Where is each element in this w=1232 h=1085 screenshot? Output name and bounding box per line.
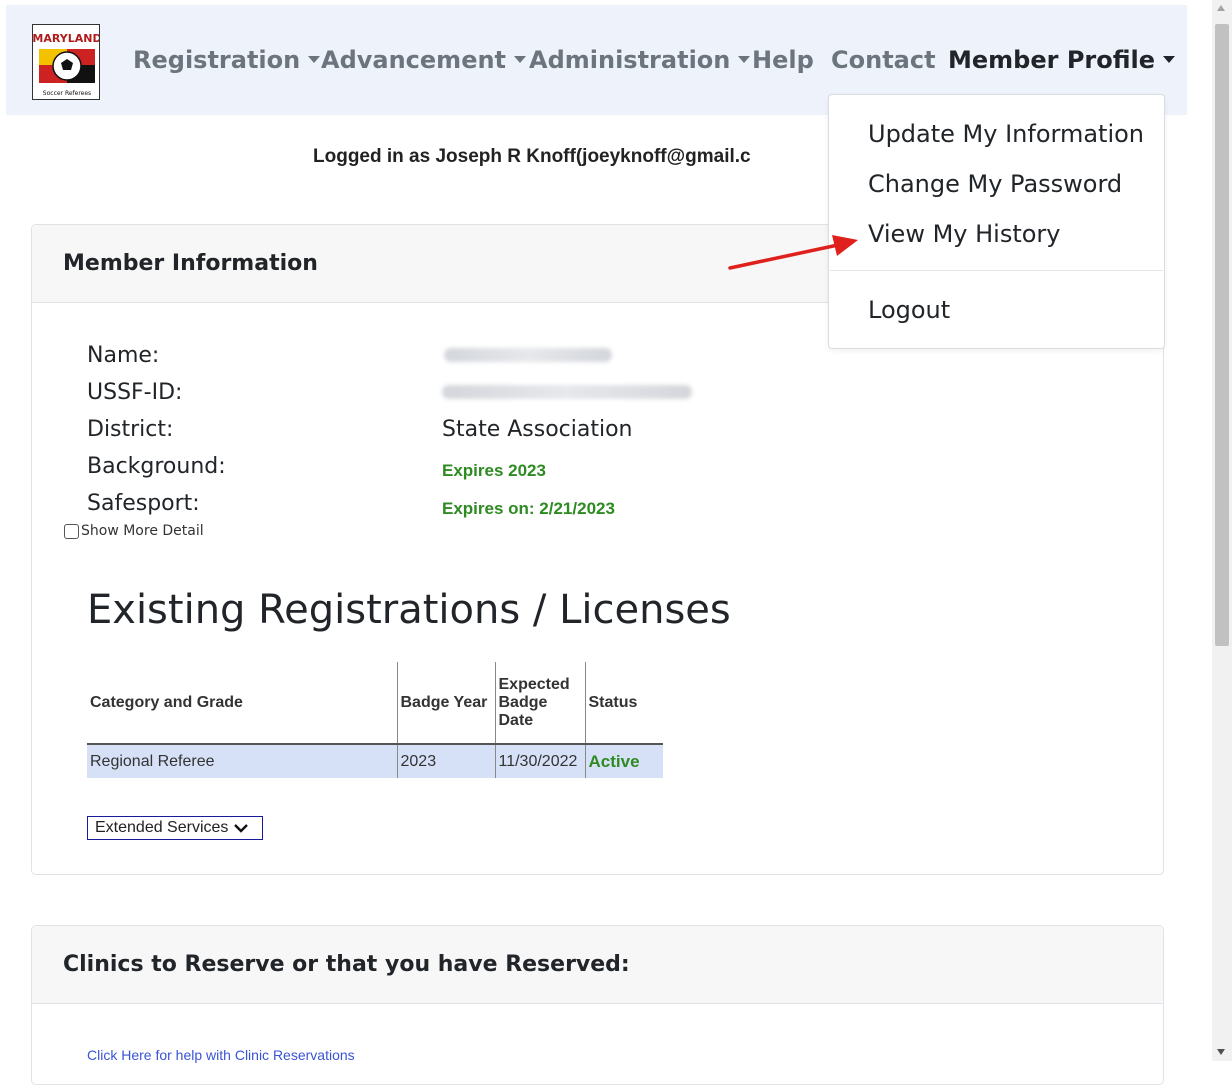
header-status: Status [584,662,663,745]
extended-services-select[interactable]: Extended Services [87,816,263,840]
table-row: Regional Referee 2023 11/30/2022 Active [87,744,663,778]
logged-in-status: Logged in as Joseph R Knoff(joeyknoff@gm… [313,146,751,167]
cell-year: 2023 [396,744,495,778]
menu-view-my-history[interactable]: View My History [868,219,1061,249]
nav-member-profile[interactable]: Member Profile [948,45,1176,75]
caret-down-icon [514,55,527,63]
member-profile-dropdown: Update My Information Change My Password… [828,94,1165,349]
nav-advancement[interactable]: Advancement [321,45,527,75]
header-badge-year: Badge Year [396,662,495,745]
scrollbar-thumb[interactable] [1215,24,1229,646]
clinics-header: Clinics to Reserve or that you have Rese… [32,926,1163,1004]
safesport-status: Expires on: 2/21/2023 [442,499,615,518]
svg-text:Soccer Referees: Soccer Referees [43,90,91,97]
clinics-card: Clinics to Reserve or that you have Rese… [31,925,1164,1085]
district-label: District: [87,417,174,442]
menu-logout[interactable]: Logout [868,295,950,325]
safesport-label: Safesport: [87,491,200,516]
scroll-up-arrow-icon[interactable] [1217,5,1225,11]
nav-registration[interactable]: Registration [133,45,321,75]
district-value: State Association [442,417,633,442]
redacted-ussf-id [442,385,692,399]
menu-change-my-password[interactable]: Change My Password [868,169,1122,199]
redacted-name [444,348,612,362]
registrations-table: Category and Grade Badge Year Expected B… [87,662,663,778]
svg-text:MARYLAND: MARYLAND [33,32,100,45]
nav-administration[interactable]: Administration [529,45,751,75]
show-more-detail-label: Show More Detail [81,523,204,539]
nav-help[interactable]: Help [752,45,814,75]
caret-down-icon [308,55,321,63]
caret-down-icon [1163,55,1176,63]
background-status: Expires 2023 [442,461,546,480]
menu-update-my-information[interactable]: Update My Information [868,119,1144,149]
show-more-detail-checkbox[interactable] [64,523,79,539]
show-more-detail[interactable]: Show More Detail [64,523,204,539]
header-expected-badge-date: Expected Badge Date [494,662,585,745]
registrations-heading: Existing Registrations / Licenses [87,587,731,633]
caret-down-icon [738,55,751,63]
cell-status: Active [584,744,663,778]
table-header-row: Category and Grade Badge Year Expected B… [87,662,663,745]
background-label: Background: [87,454,226,479]
nav-contact[interactable]: Contact [831,45,936,75]
chevron-down-icon [234,824,249,833]
name-label: Name: [87,343,160,368]
maryland-referees-logo[interactable]: MARYLAND Soccer Referees [32,24,100,100]
scroll-down-arrow-icon[interactable] [1217,1049,1225,1055]
cell-date: 11/30/2022 [494,744,585,778]
cell-category: Regional Referee [87,744,397,778]
ussf-id-label: USSF-ID: [87,380,183,405]
menu-divider [830,270,1163,271]
header-category-grade: Category and Grade [87,662,397,745]
